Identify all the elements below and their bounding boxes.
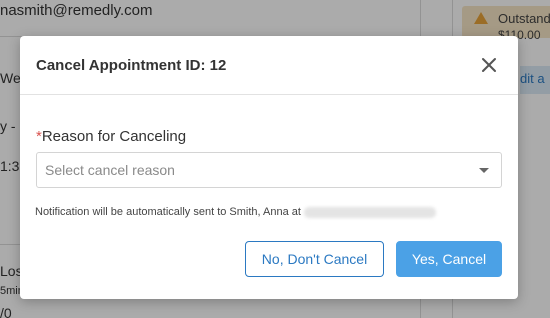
reason-label-text: Reason for Canceling (41, 128, 187, 145)
dialog-body: *Reason for Canceling Select cancel reas… (20, 95, 518, 241)
dialog-footer: No, Don't Cancel Yes, Cancel (20, 241, 518, 299)
close-icon[interactable] (480, 56, 498, 74)
notification-text: Notification will be automatically sent … (35, 206, 436, 218)
dont-cancel-button[interactable]: No, Don't Cancel (245, 241, 384, 277)
cancel-reason-select[interactable]: Select cancel reason (36, 152, 502, 188)
chevron-down-icon (479, 168, 489, 173)
dialog-header: Cancel Appointment ID: 12 (20, 36, 518, 95)
cancel-appointment-dialog: Cancel Appointment ID: 12 *Reason for Ca… (20, 36, 518, 299)
select-placeholder: Select cancel reason (45, 162, 175, 178)
reason-label: *Reason for Canceling (36, 128, 186, 145)
confirm-cancel-button[interactable]: Yes, Cancel (396, 241, 502, 277)
notification-message: Notification will be automatically sent … (35, 206, 301, 218)
redacted-email (303, 206, 436, 218)
dialog-title: Cancel Appointment ID: 12 (36, 57, 227, 74)
